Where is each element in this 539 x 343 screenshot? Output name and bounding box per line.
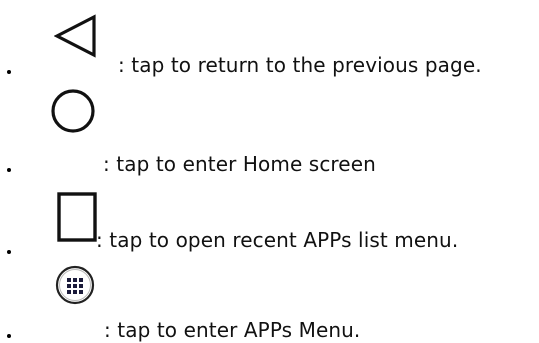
apps-menu-grid-icon	[55, 265, 95, 305]
list-item-recent-apps: : tap to open recent APPs list menu.	[0, 190, 539, 260]
item-text: : tap to enter APPs Menu.	[104, 318, 361, 342]
item-text: : tap to open recent APPs list menu.	[96, 228, 459, 252]
home-circle-icon	[51, 89, 95, 133]
list-item-apps-menu: : tap to enter APPs Menu.	[0, 262, 539, 343]
recent-apps-square-icon	[57, 192, 97, 242]
bullet	[7, 250, 11, 254]
list-item-home: : tap to enter Home screen	[0, 88, 539, 178]
page: { "items": [ { "icon": "back-triangle-ic…	[0, 0, 539, 343]
back-triangle-icon	[54, 14, 96, 58]
list-item-back: : tap to return to the previous page.	[0, 0, 539, 80]
item-text: : tap to return to the previous page.	[118, 53, 482, 77]
bullet	[7, 334, 11, 338]
item-text: : tap to enter Home screen	[103, 152, 376, 176]
bullet	[7, 168, 11, 172]
bullet	[7, 70, 11, 74]
